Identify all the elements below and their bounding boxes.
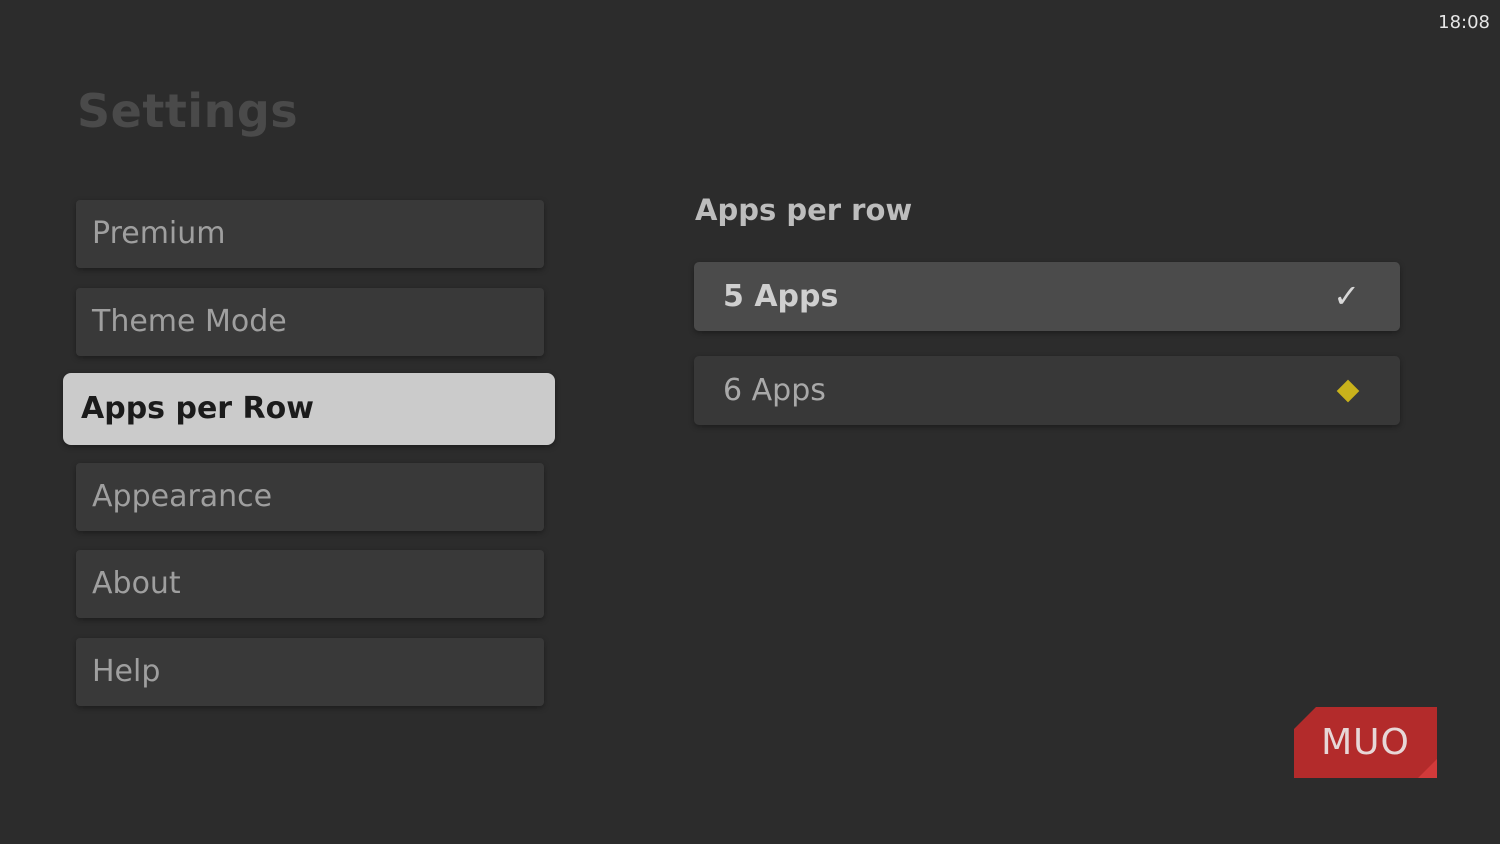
page-title: Settings <box>77 84 299 138</box>
settings-menu: Premium Theme Mode Apps per Row Appearan… <box>63 200 555 725</box>
menu-item-appearance[interactable]: Appearance <box>76 462 544 531</box>
option-label: 6 Apps <box>723 373 826 408</box>
option-5-apps[interactable]: 5 Apps ✓ <box>694 262 1400 331</box>
settings-screen: 18:08 Settings Premium Theme Mode Apps p… <box>0 0 1500 844</box>
logo-text: MUO <box>1321 722 1410 763</box>
menu-item-about[interactable]: About <box>76 550 544 618</box>
apps-per-row-options: 5 Apps ✓ 6 Apps <box>694 262 1400 450</box>
menu-item-premium[interactable]: Premium <box>76 200 544 268</box>
check-icon: ✓ <box>1333 277 1360 315</box>
menu-item-apps-per-row[interactable]: Apps per Row <box>63 373 555 445</box>
diamond-icon <box>1336 379 1360 402</box>
option-6-apps[interactable]: 6 Apps <box>694 356 1400 425</box>
menu-item-theme-mode[interactable]: Theme Mode <box>76 287 544 356</box>
section-heading: Apps per row <box>695 193 913 227</box>
option-label: 5 Apps <box>723 279 839 314</box>
menu-item-help[interactable]: Help <box>76 637 544 706</box>
clock: 18:08 <box>1438 12 1490 33</box>
muo-logo: MUO <box>1294 707 1437 778</box>
